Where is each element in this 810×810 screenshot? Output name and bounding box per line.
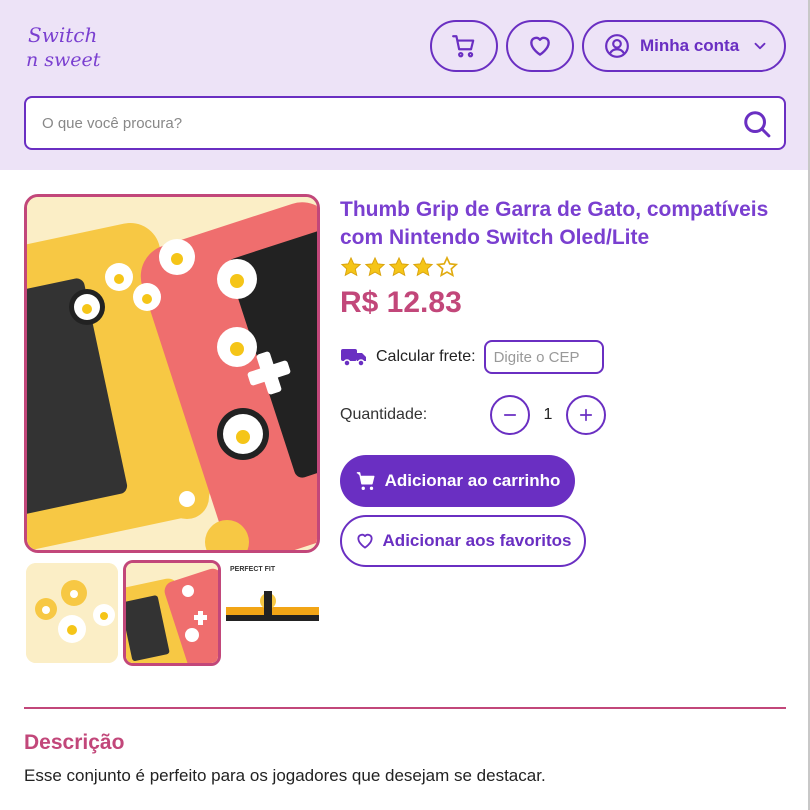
search-icon[interactable] xyxy=(742,109,772,139)
search-input[interactable] xyxy=(42,110,722,136)
plus-icon xyxy=(579,408,593,422)
heart-icon xyxy=(530,36,550,56)
product-thumbnail-2-selected[interactable] xyxy=(123,560,221,666)
minus-icon xyxy=(503,414,517,416)
add-to-cart-label: Adicionar ao carrinho xyxy=(384,471,561,490)
product-thumbnail-3[interactable]: PERFECT FIT xyxy=(226,563,319,663)
description-text: Esse conjunto é perfeito para os jogador… xyxy=(24,766,546,785)
add-to-favorites-button[interactable]: Adicionar aos favoritos xyxy=(340,515,586,567)
product-price: R$ 12.83 xyxy=(340,286,462,319)
chevron-down-icon xyxy=(754,42,766,50)
section-divider xyxy=(24,707,786,709)
product-thumbnail-1[interactable] xyxy=(26,563,118,663)
quantity-decrease-button[interactable] xyxy=(490,395,530,435)
search-bar xyxy=(24,96,786,150)
account-label: Minha conta xyxy=(640,36,740,55)
cart-icon xyxy=(452,35,475,58)
brand-logo[interactable]: Switch n sweet xyxy=(24,20,110,72)
add-to-cart-button[interactable]: Adicionar ao carrinho xyxy=(340,455,575,507)
shipping-calculator: Calcular frete: xyxy=(340,340,604,374)
star-icon xyxy=(340,256,362,277)
quantity-increase-button[interactable] xyxy=(566,395,606,435)
star-icon xyxy=(412,256,434,277)
product-rating xyxy=(340,256,458,278)
svg-text:Switch: Switch xyxy=(28,23,97,47)
add-to-favorites-label: Adicionar aos favoritos xyxy=(382,531,572,550)
svg-text:n sweet: n sweet xyxy=(26,49,101,71)
product-main-image[interactable] xyxy=(24,194,320,553)
quantity-label: Quantidade: xyxy=(340,406,428,423)
star-icon xyxy=(388,256,410,277)
description-title: Descrição xyxy=(24,731,125,754)
star-outline-icon xyxy=(436,256,458,277)
cep-input[interactable] xyxy=(483,340,604,374)
shipping-label: Calcular frete: xyxy=(376,348,476,365)
truck-icon xyxy=(341,349,366,367)
heart-icon xyxy=(356,533,373,549)
star-icon xyxy=(364,256,386,277)
header-cart-button[interactable] xyxy=(430,20,498,72)
site-header: Switch n sweet Minha conta xyxy=(0,0,810,170)
cart-filled-icon xyxy=(356,472,375,490)
account-menu-button[interactable]: Minha conta xyxy=(582,20,786,72)
header-favorites-button[interactable] xyxy=(506,20,574,72)
quantity-value[interactable]: 1 xyxy=(530,406,566,424)
user-circle-icon xyxy=(605,34,629,58)
svg-text:PERFECT FIT: PERFECT FIT xyxy=(230,566,276,573)
product-title: Thumb Grip de Garra de Gato, compatíveis… xyxy=(340,198,769,249)
